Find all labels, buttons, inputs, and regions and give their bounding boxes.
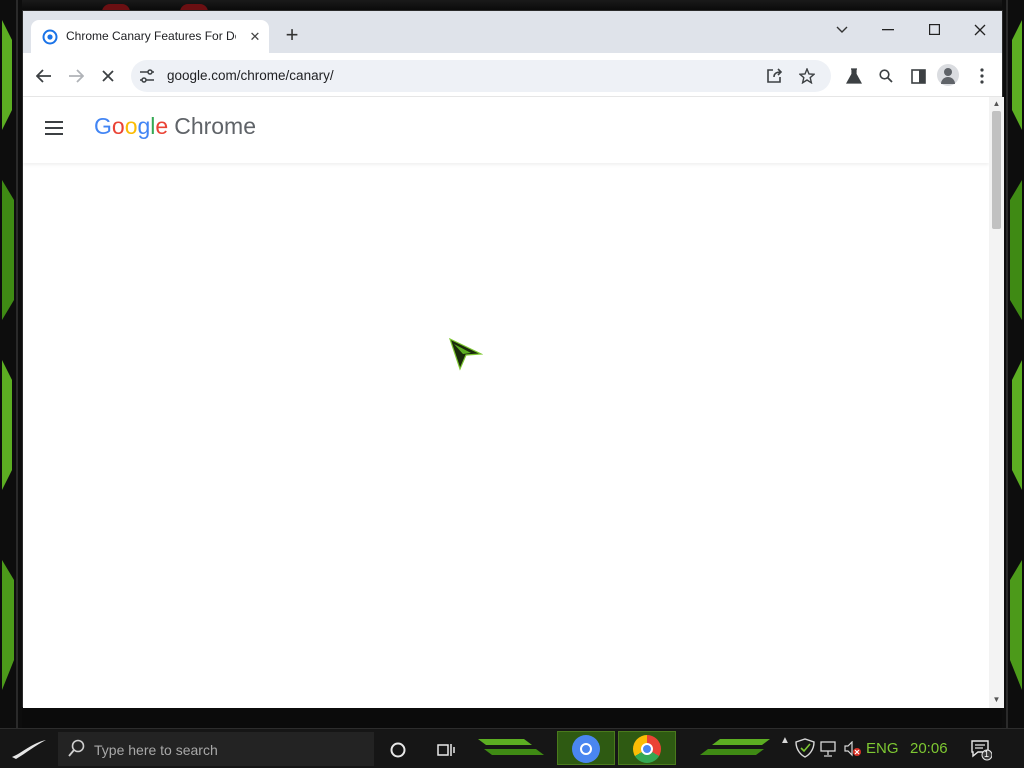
taskbar-chrome-button[interactable] bbox=[618, 731, 676, 765]
address-bar[interactable]: google.com/chrome/canary/ bbox=[131, 60, 831, 92]
tray-overflow-icon[interactable]: ▲ bbox=[780, 735, 790, 746]
mouse-cursor-icon bbox=[449, 338, 483, 371]
page-content: Google Chrome bbox=[23, 97, 989, 708]
hamburger-menu-icon[interactable] bbox=[45, 121, 63, 135]
tab-strip: Chrome Canary Features For De ✕ + bbox=[23, 11, 1002, 53]
taskbar-decoration-right bbox=[700, 739, 770, 755]
browser-window: Chrome Canary Features For De ✕ + google… bbox=[22, 10, 1004, 708]
task-view-icon[interactable] bbox=[434, 735, 458, 763]
minimize-button[interactable] bbox=[865, 15, 911, 45]
scroll-up-icon[interactable]: ▲ bbox=[992, 99, 1001, 108]
language-indicator[interactable]: ENG bbox=[866, 740, 899, 757]
scrollbar-thumb[interactable] bbox=[992, 111, 1001, 229]
profile-avatar-icon[interactable] bbox=[937, 64, 959, 86]
volume-muted-icon[interactable] bbox=[844, 741, 862, 757]
page-scrollbar[interactable]: ▲ ▼ bbox=[989, 97, 1004, 708]
cortana-icon[interactable] bbox=[386, 735, 410, 763]
browser-toolbar: google.com/chrome/canary/ bbox=[23, 53, 1002, 97]
taskbar-decoration-left bbox=[478, 739, 544, 755]
taskbar-chrome-canary-button[interactable] bbox=[557, 731, 615, 765]
close-window-button[interactable] bbox=[957, 15, 1003, 45]
clock[interactable]: 20:06 bbox=[910, 740, 948, 757]
right-wallpaper-decoration bbox=[1002, 0, 1024, 728]
notification-count-badge: 1 bbox=[984, 749, 990, 759]
scroll-down-icon[interactable]: ▼ bbox=[992, 695, 1001, 704]
labs-flask-icon[interactable] bbox=[841, 62, 867, 88]
start-button-icon[interactable] bbox=[8, 735, 50, 763]
share-icon[interactable] bbox=[765, 66, 785, 86]
stop-loading-button[interactable] bbox=[95, 62, 121, 88]
left-wallpaper-decoration bbox=[0, 0, 22, 728]
taskbar: Type here to search ▲ ENG 20:06 1 bbox=[0, 728, 1024, 768]
tab-close-icon[interactable]: ✕ bbox=[246, 28, 264, 46]
new-tab-button[interactable]: + bbox=[280, 24, 304, 48]
forward-button[interactable] bbox=[63, 62, 89, 88]
network-icon[interactable] bbox=[820, 741, 838, 757]
chrome-icon bbox=[633, 735, 661, 763]
search-placeholder: Type here to search bbox=[94, 742, 218, 758]
tab-search-chevron-icon[interactable] bbox=[819, 15, 865, 45]
desktop-top-decoration bbox=[0, 0, 1024, 12]
google-chrome-logo[interactable]: Google Chrome bbox=[94, 113, 256, 140]
defender-shield-icon[interactable] bbox=[794, 738, 816, 758]
search-icon[interactable] bbox=[873, 62, 899, 88]
chrome-canary-icon bbox=[572, 735, 600, 763]
back-button[interactable] bbox=[31, 62, 57, 88]
logo-product-name: Chrome bbox=[174, 113, 257, 139]
url-text: google.com/chrome/canary/ bbox=[167, 68, 334, 83]
side-panel-icon[interactable] bbox=[905, 62, 931, 88]
taskbar-search-box[interactable]: Type here to search bbox=[58, 732, 374, 766]
site-header: Google Chrome bbox=[23, 97, 989, 163]
tab-chrome-canary[interactable]: Chrome Canary Features For De ✕ bbox=[31, 20, 269, 53]
tab-title: Chrome Canary Features For De bbox=[66, 29, 236, 43]
loading-favicon-icon bbox=[42, 29, 58, 45]
maximize-button[interactable] bbox=[911, 15, 957, 45]
more-menu-icon[interactable] bbox=[969, 62, 995, 88]
bookmark-star-icon[interactable] bbox=[797, 66, 817, 86]
search-icon bbox=[68, 739, 85, 757]
site-info-icon[interactable] bbox=[137, 66, 157, 86]
